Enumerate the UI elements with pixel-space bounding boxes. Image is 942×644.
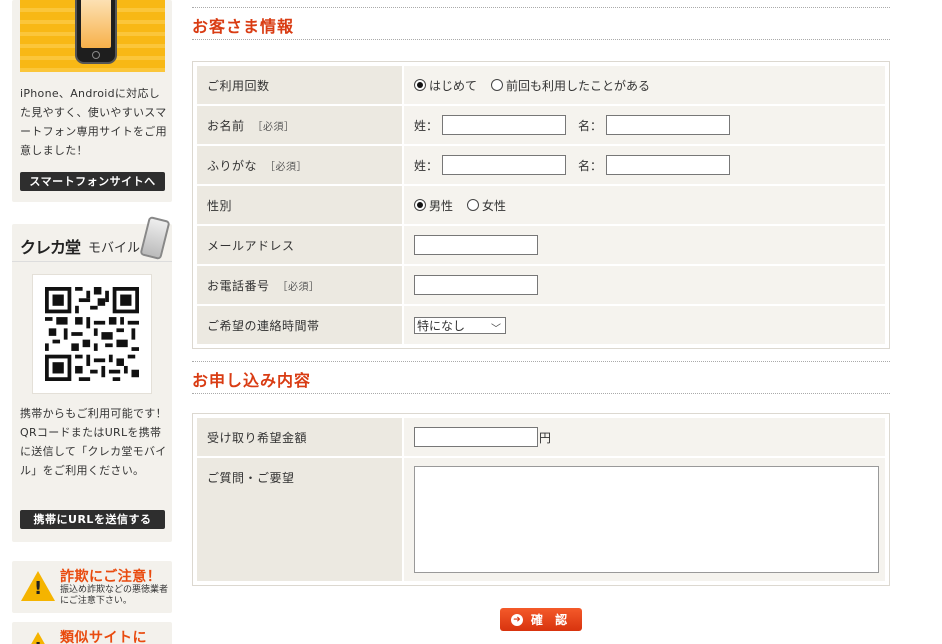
- smartphone-promo-text: iPhone、Androidに対応した見やすく、使いやすいスマートフォン専用サイ…: [20, 87, 167, 157]
- usage-repeat-radio[interactable]: 前回も利用したことがある: [491, 77, 650, 94]
- mobile-label: モバイル: [88, 241, 141, 256]
- furigana-label: ふりがな ［必須］: [197, 146, 402, 184]
- furigana-row: ふりがな ［必須］ 姓： 名：: [197, 146, 885, 186]
- customer-info-heading: お客さま情報: [192, 17, 295, 36]
- usage-first-radio[interactable]: はじめて: [414, 77, 477, 94]
- arrow-right-icon: ➜: [510, 613, 523, 626]
- gender-label: 性別: [197, 186, 402, 224]
- name-label: お名前 ［必須］: [197, 106, 402, 144]
- amount-row: 受け取り希望金額 円: [197, 418, 885, 458]
- usage-count-field: はじめて 前回も利用したことがある: [402, 66, 885, 104]
- fraud-warning-banner[interactable]: ! 詐欺にご注意！ 振込め詐欺などの悪徳業者にご注意下さい。: [12, 561, 172, 613]
- required-mark: ［必須］: [277, 281, 320, 293]
- mobile-box: クレカ堂 モバイル 携帯からもご利用可能です！QRコードまたはURLを携帯に送信…: [12, 215, 172, 542]
- phone-label: お電話番号 ［必須］: [197, 266, 402, 304]
- furigana-field: 姓： 名：: [402, 146, 885, 184]
- mobile-phone-icon: [139, 215, 171, 261]
- sidebar: iPhone、Androidに対応した見やすく、使いやすいスマートフォン専用サイ…: [12, 0, 172, 644]
- yen-unit: 円: [539, 430, 552, 445]
- qr-code-icon: [45, 287, 139, 381]
- name-row: お名前 ［必須］ 姓： 名：: [197, 106, 885, 146]
- send-url-button[interactable]: 携帯にURLを送信する: [20, 510, 165, 529]
- main-content: お客さま情報 ご利用回数 はじめて 前回も利用したことがある お名前 ［必須］ 姓…: [192, 0, 890, 631]
- name-field: 姓： 名：: [402, 106, 885, 144]
- email-input[interactable]: [414, 235, 538, 255]
- phone-field: [402, 266, 885, 304]
- gender-male-radio[interactable]: 男性: [414, 197, 453, 214]
- kurekado-logo: クレカ堂: [20, 238, 81, 257]
- usage-count-row: ご利用回数 はじめて 前回も利用したことがある: [197, 66, 885, 106]
- chevron-down-icon: ﹀: [491, 323, 501, 335]
- mei-label: 名：: [578, 158, 603, 173]
- mei-label: 名：: [578, 118, 603, 133]
- required-mark: ［必須］: [252, 121, 295, 133]
- sei-label: 姓：: [414, 118, 439, 133]
- application-heading: お申し込み内容: [192, 371, 312, 390]
- first-name-kana-input[interactable]: [606, 155, 731, 175]
- first-name-input[interactable]: [606, 115, 731, 135]
- application-heading-bar: お申し込み内容: [192, 361, 890, 394]
- confirm-button[interactable]: ➜ 確 認: [500, 608, 582, 631]
- phone-row: お電話番号 ［必須］: [197, 266, 885, 306]
- smartphone-site-button[interactable]: スマートフォンサイトへ: [20, 172, 165, 191]
- contact-time-field: 特になし ﹀: [402, 306, 885, 344]
- mobile-header: クレカ堂 モバイル: [12, 215, 172, 262]
- customer-info-heading-bar: お客さま情報: [192, 7, 890, 40]
- similar-site-warning-banner[interactable]: ! 類似サイトに: [12, 622, 172, 644]
- questions-label: ご質問・ご要望: [197, 458, 402, 581]
- similar-site-warning-title: 類似サイトに: [60, 630, 147, 644]
- amount-input[interactable]: [414, 427, 538, 447]
- contact-time-row: ご希望の連絡時間帯 特になし ﹀: [197, 306, 885, 344]
- fraud-warning-title: 詐欺にご注意！: [60, 569, 162, 585]
- mobile-promo-text: 携帯からもご利用可能です！QRコードまたはURLを携帯に送信して「クレカ堂モバイ…: [20, 407, 167, 477]
- gender-female-radio[interactable]: 女性: [467, 197, 506, 214]
- smartphone-icon: [75, 0, 117, 64]
- contact-time-select[interactable]: 特になし ﹀: [414, 316, 506, 335]
- email-row: メールアドレス: [197, 226, 885, 266]
- questions-textarea[interactable]: [414, 466, 879, 573]
- usage-count-label: ご利用回数: [197, 66, 402, 104]
- smartphone-promo-box: iPhone、Androidに対応した見やすく、使いやすいスマートフォン専用サイ…: [12, 0, 172, 202]
- sei-label: 姓：: [414, 158, 439, 173]
- qr-code: [32, 274, 152, 394]
- amount-field: 円: [402, 418, 885, 456]
- email-field: [402, 226, 885, 264]
- contact-time-label: ご希望の連絡時間帯: [197, 306, 402, 344]
- application-form: 受け取り希望金額 円 ご質問・ご要望: [192, 413, 890, 586]
- email-label: メールアドレス: [197, 226, 402, 264]
- fraud-warning-text: 振込め詐欺などの悪徳業者にご注意下さい。: [60, 585, 169, 606]
- gender-field: 男性 女性: [402, 186, 885, 224]
- last-name-input[interactable]: [442, 115, 567, 135]
- smartphone-promo-banner[interactable]: [20, 0, 165, 72]
- last-name-kana-input[interactable]: [442, 155, 567, 175]
- customer-info-form: ご利用回数 はじめて 前回も利用したことがある お名前 ［必須］ 姓： 名： ふり…: [192, 61, 890, 349]
- questions-row: ご質問・ご要望: [197, 458, 885, 581]
- phone-input[interactable]: [414, 275, 538, 295]
- required-mark: ［必須］: [265, 161, 308, 173]
- gender-row: 性別 男性 女性: [197, 186, 885, 226]
- amount-label: 受け取り希望金額: [197, 418, 402, 456]
- questions-field: [402, 458, 885, 581]
